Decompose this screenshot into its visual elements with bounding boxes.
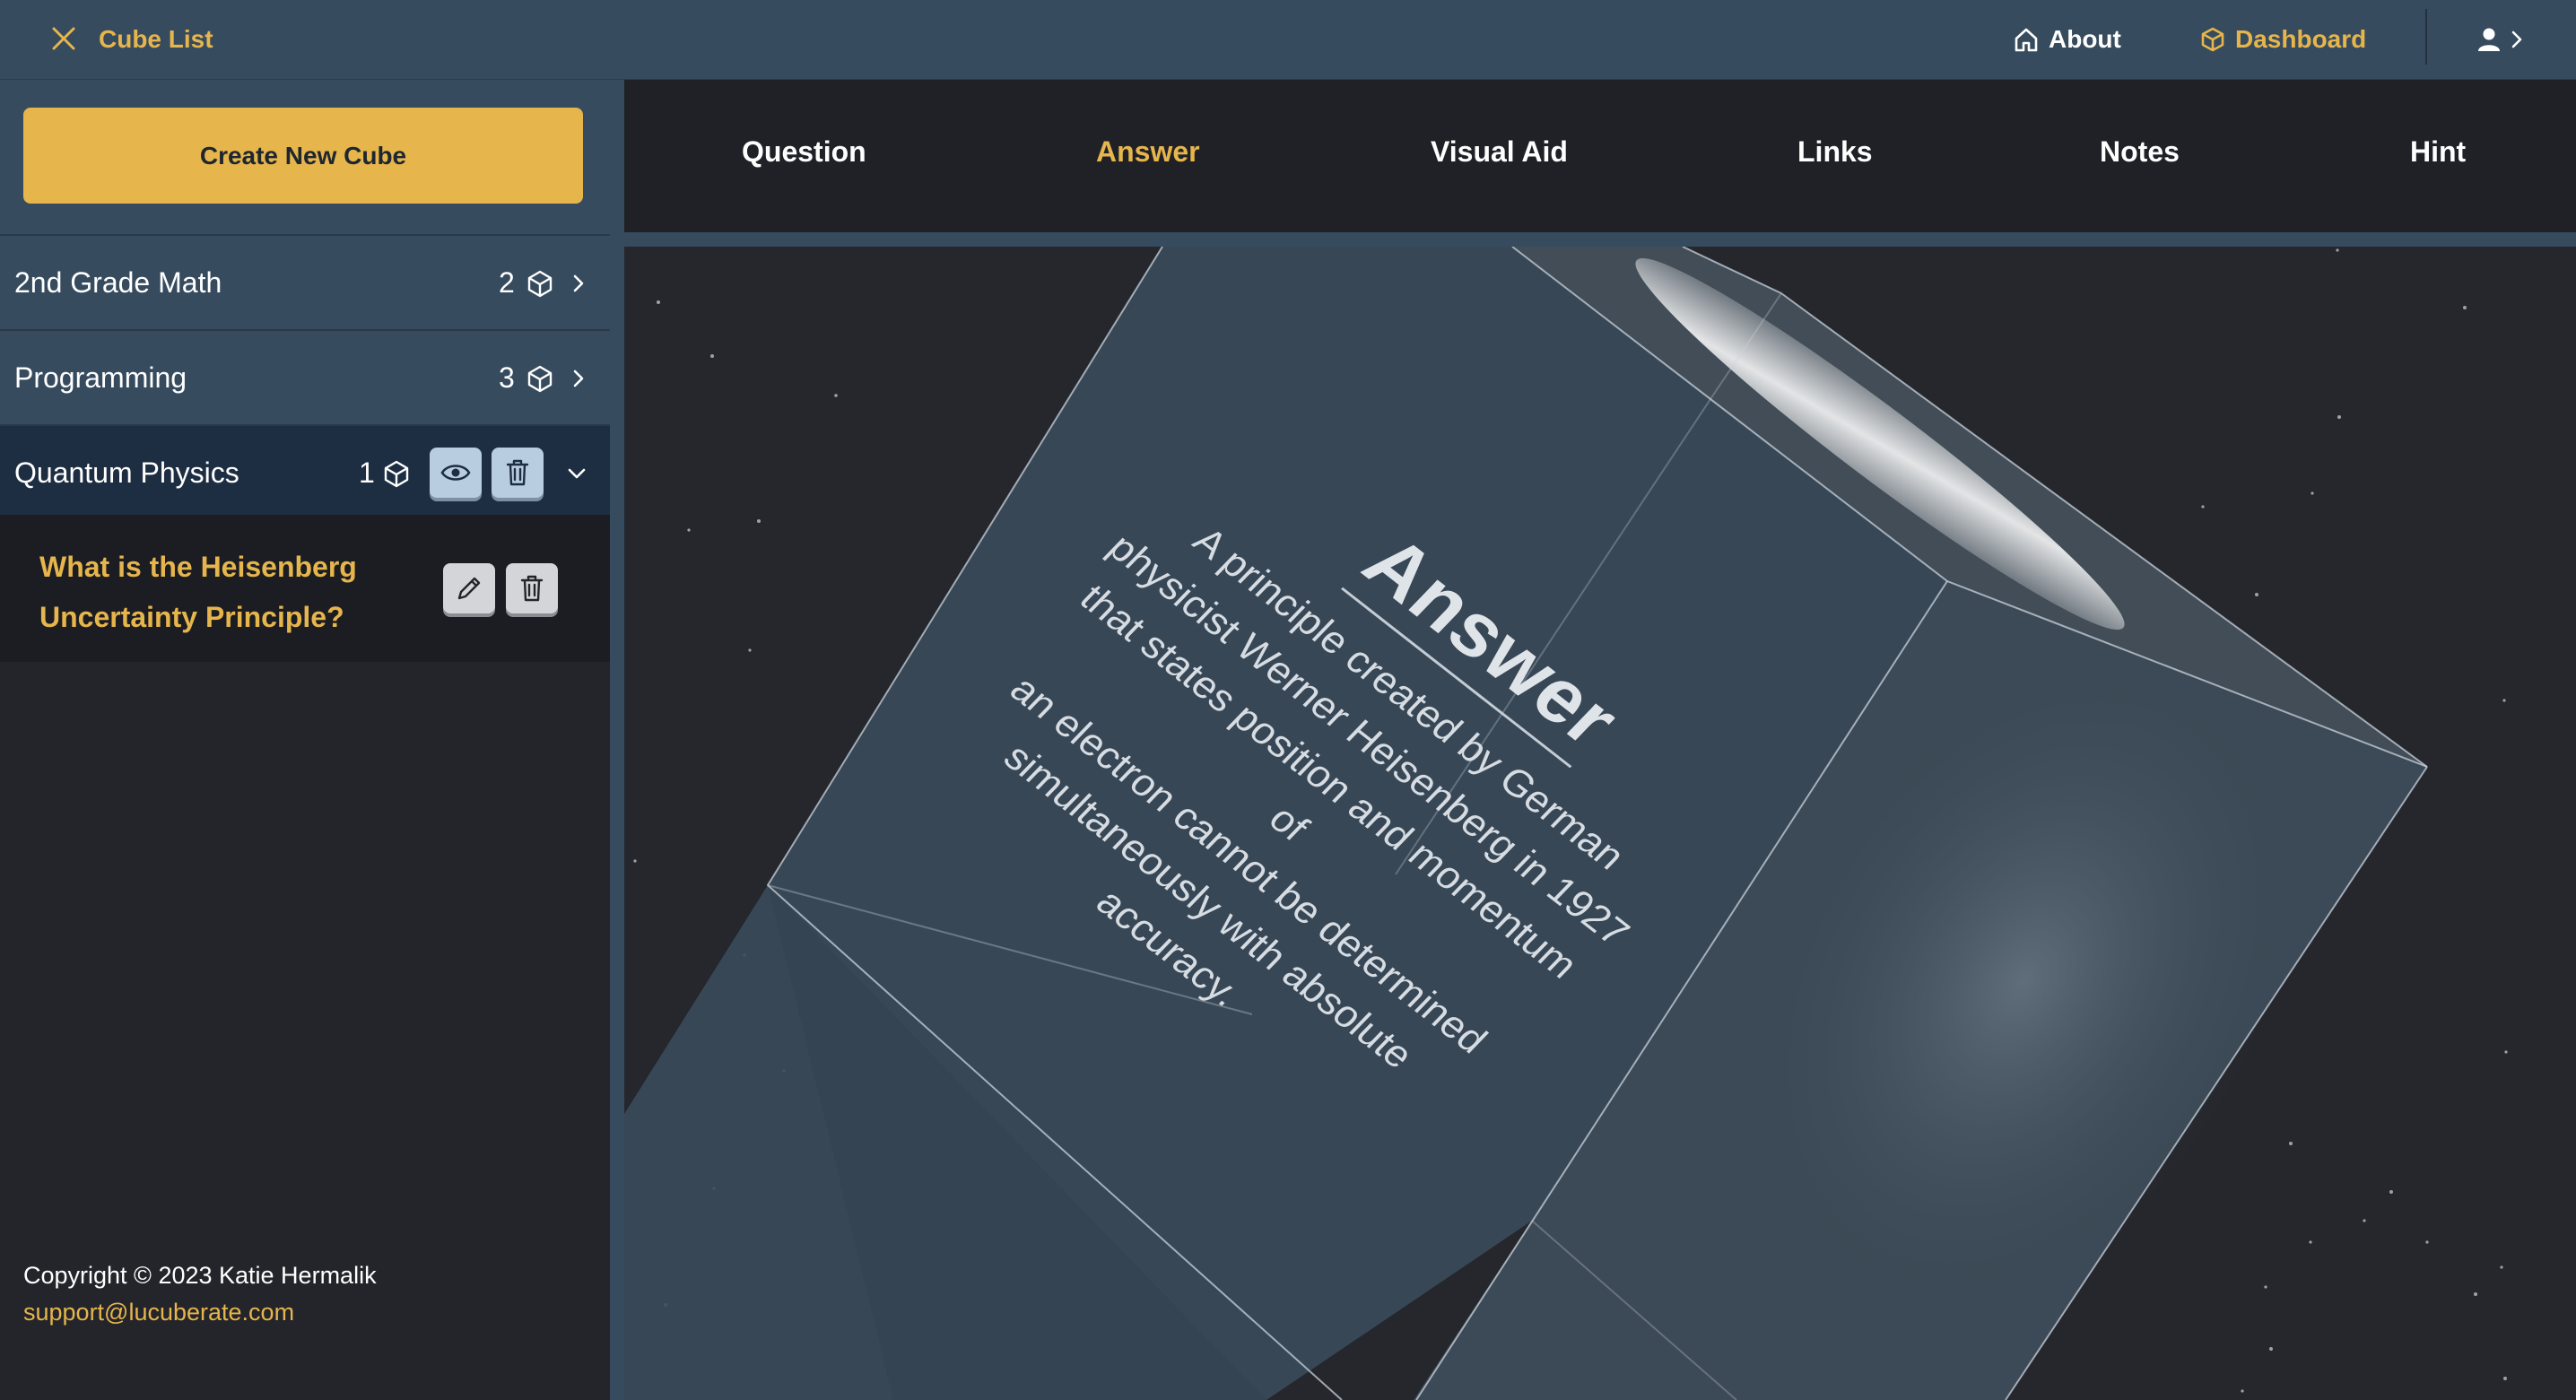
delete-card-button[interactable] [506,563,558,613]
chevron-right-icon[interactable] [567,272,590,295]
cube-icon [527,365,553,393]
trash-icon [506,459,529,486]
pencil-icon [457,577,481,600]
tab-hint[interactable]: Hint [2410,135,2466,169]
view-deck-button[interactable] [430,448,482,498]
user-icon [2478,28,2500,51]
tab-notes[interactable]: Notes [2100,135,2180,169]
dashboard-link[interactable]: Dashboard [2199,20,2366,59]
deck-row-programming[interactable]: Programming 3 [0,329,610,424]
close-button[interactable] [47,22,81,56]
home-icon [2015,28,2038,52]
support-email-link[interactable]: support@lucuberate.com [23,1299,294,1326]
nav-divider [2425,9,2427,65]
tab-links[interactable]: Links [1797,135,1873,169]
copyright-text: Copyright © 2023 Katie Hermalik [23,1262,377,1289]
top-navigation-bar: Cube List About Dashboard [0,0,2576,80]
cube-icon [527,270,553,298]
sidebar: Create New Cube 2nd Grade Math 2 Program… [0,80,610,1400]
tab-strip [624,232,2576,247]
card-question-link[interactable]: What is the Heisenberg Uncertainty Princ… [39,542,416,642]
tab-visual-aid[interactable]: Visual Aid [1431,135,1568,169]
deck-name: Programming [14,361,187,394]
cube-viewer[interactable]: Answer A principle created by German phy… [624,247,2576,1400]
chevron-right-icon[interactable] [567,367,590,390]
card-side-tabs: Question Answer Visual Aid Links Notes H… [624,80,2576,232]
deck-row-2nd-grade-math[interactable]: 2nd Grade Math 2 [0,234,610,329]
tab-question[interactable]: Question [742,135,866,169]
create-new-cube-button[interactable]: Create New Cube [23,108,583,204]
deck-cube-count: 1 [359,456,375,489]
deck-cube-count: 3 [499,361,515,394]
card-list: What is the Heisenberg Uncertainty Princ… [0,515,610,662]
create-cube-area: Create New Cube [0,80,610,234]
cube-icon [2201,27,2224,52]
deck-cube-count: 2 [499,265,515,299]
deck-row-quantum-physics[interactable]: Quantum Physics 1 [0,424,610,519]
cube-icon [384,460,409,488]
close-icon [52,27,75,50]
about-link[interactable]: About [2013,20,2121,59]
delete-deck-button[interactable] [492,448,544,498]
tab-answer[interactable]: Answer [1096,135,1200,169]
cube-list-title[interactable]: Cube List [99,22,213,57]
trash-icon [520,575,544,602]
edit-card-button[interactable] [443,563,495,613]
sidebar-divider [610,80,624,1400]
chevron-down-icon[interactable] [565,462,588,485]
eye-icon [440,465,471,481]
user-menu-button[interactable] [2477,20,2524,59]
about-label: About [2049,25,2121,53]
deck-name: Quantum Physics [14,456,239,489]
deck-name: 2nd Grade Math [14,265,222,299]
dashboard-label: Dashboard [2235,25,2367,53]
chevron-right-icon [2511,30,2522,48]
